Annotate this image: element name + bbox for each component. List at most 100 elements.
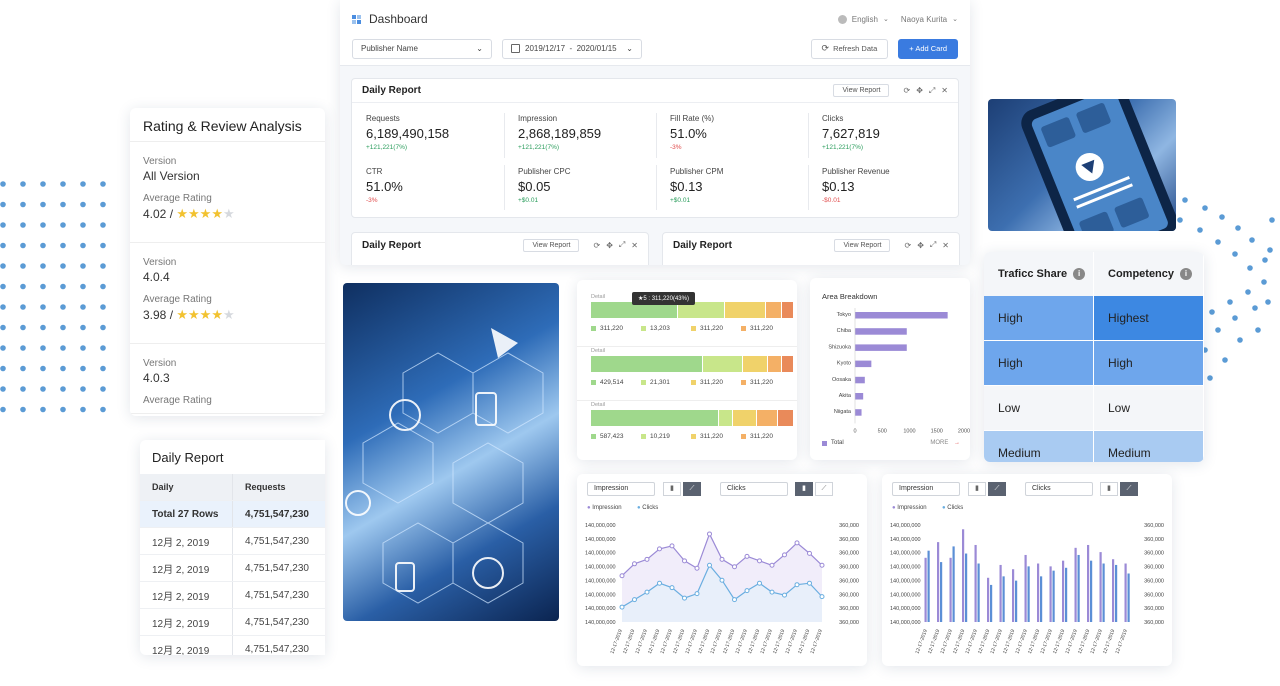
impression-bar[interactable] [1037, 563, 1040, 622]
close-icon[interactable]: ✕ [941, 86, 948, 95]
data-point[interactable] [819, 594, 825, 600]
info-icon[interactable]: i [1180, 268, 1193, 280]
impression-bar[interactable] [1049, 566, 1052, 622]
stacked-bar[interactable] [591, 410, 794, 426]
close-icon[interactable]: ✕ [942, 241, 949, 250]
bar-segment[interactable] [765, 302, 782, 318]
clicks-bar[interactable] [1015, 580, 1018, 622]
clicks-bar[interactable] [927, 550, 930, 622]
impression-bar[interactable] [962, 529, 965, 622]
close-icon[interactable]: ✕ [631, 241, 638, 250]
table-row[interactable]: 12月 2, 2019 4,751,547,230 [140, 555, 325, 582]
bar-segment[interactable] [724, 302, 766, 318]
data-point[interactable] [744, 588, 750, 594]
data-point[interactable] [657, 580, 662, 586]
impression-bar[interactable] [1062, 560, 1065, 622]
bar-segment[interactable] [702, 356, 744, 372]
data-point[interactable] [707, 531, 712, 537]
bar-segment[interactable] [781, 302, 794, 318]
impression-bar[interactable] [924, 557, 927, 622]
refresh-icon[interactable]: ⟳ [903, 86, 910, 95]
bar-segment[interactable] [718, 410, 734, 426]
impression-bar[interactable] [999, 564, 1002, 622]
clicks-bar[interactable] [1027, 566, 1030, 622]
move-icon[interactable]: ✥ [917, 241, 924, 250]
expand-icon[interactable]: ⤢ [619, 240, 625, 250]
data-point[interactable] [632, 597, 637, 603]
info-icon[interactable]: i [1073, 268, 1086, 280]
impression-bar[interactable] [1087, 544, 1090, 622]
date-range-picker[interactable]: 2019/12/17 - 2020/01/15 ⌄ [502, 38, 642, 59]
area-bar[interactable] [855, 393, 864, 400]
data-point[interactable] [707, 562, 712, 568]
area-bar[interactable] [855, 312, 948, 319]
data-point[interactable] [694, 565, 700, 571]
data-point[interactable] [757, 580, 762, 586]
expand-icon[interactable]: ⤢ [930, 240, 936, 250]
clicks-bar[interactable] [940, 562, 943, 622]
table-row[interactable]: 12月 2, 2019 4,751,547,230 [140, 609, 325, 636]
data-point[interactable] [719, 556, 725, 562]
view-report-button[interactable]: View Report [834, 238, 891, 252]
bar-segment[interactable] [777, 410, 794, 426]
data-point[interactable] [757, 558, 762, 564]
clicks-bar[interactable] [965, 553, 968, 622]
data-point[interactable] [657, 546, 662, 552]
impression-bar[interactable] [1074, 547, 1077, 622]
data-point[interactable] [732, 597, 737, 603]
bar-segment[interactable] [743, 356, 768, 372]
data-point[interactable] [807, 550, 812, 556]
area-bar[interactable] [855, 344, 907, 351]
data-point[interactable] [694, 591, 700, 597]
clicks-bar[interactable] [990, 584, 993, 622]
impression-bar[interactable] [937, 542, 940, 622]
clicks-bar[interactable] [1040, 576, 1043, 622]
user-menu[interactable]: Naoya Kurita [901, 15, 947, 24]
view-report-button[interactable]: View Report [833, 84, 890, 97]
bar-segment[interactable] [757, 410, 778, 426]
impression-bar[interactable] [1099, 552, 1102, 622]
data-point[interactable] [794, 540, 800, 546]
refresh-icon[interactable]: ⟳ [593, 241, 600, 250]
clicks-bar[interactable] [1077, 554, 1080, 622]
column-header-daily[interactable]: Daily [140, 474, 233, 500]
table-row[interactable]: 12月 2, 2019 4,751,547,230 [140, 636, 325, 655]
data-point[interactable] [682, 558, 687, 564]
clicks-bar[interactable] [952, 546, 955, 622]
expand-icon[interactable]: ⤢ [929, 86, 935, 96]
clicks-bar[interactable] [1052, 570, 1055, 622]
data-point[interactable] [632, 561, 637, 567]
area-bar[interactable] [855, 376, 865, 384]
refresh-button[interactable]: ⟳ Refresh Data [810, 38, 889, 59]
table-row[interactable]: Total 27 Rows 4,751,547,230 [140, 501, 325, 528]
impression-bar[interactable] [1024, 554, 1027, 622]
data-point[interactable] [669, 585, 675, 591]
data-point[interactable] [644, 589, 650, 595]
clicks-bar[interactable] [1002, 576, 1005, 622]
clicks-bar[interactable] [1090, 560, 1093, 622]
move-icon[interactable]: ✥ [916, 86, 923, 95]
data-point[interactable] [619, 573, 625, 579]
data-point[interactable] [794, 582, 800, 588]
bar-segment[interactable] [591, 356, 703, 372]
publisher-select[interactable]: Publisher Name ⌄ [352, 38, 492, 59]
impression-bar[interactable] [974, 544, 977, 622]
bar-segment[interactable] [591, 410, 719, 426]
clicks-bar[interactable] [1102, 563, 1105, 622]
clicks-bar[interactable] [1127, 573, 1130, 623]
data-point[interactable] [719, 577, 725, 583]
data-point[interactable] [782, 552, 787, 558]
column-header-requests[interactable]: Requests [233, 482, 325, 492]
area-bar[interactable] [855, 328, 907, 335]
bar-segment[interactable] [767, 356, 782, 372]
area-bar[interactable] [855, 409, 862, 416]
bar-segment[interactable] [733, 410, 758, 426]
clicks-bar[interactable] [1115, 564, 1118, 622]
more-link[interactable]: MORE → [930, 440, 960, 446]
refresh-icon[interactable]: ⟳ [904, 241, 911, 250]
data-point[interactable] [732, 564, 737, 570]
data-point[interactable] [644, 556, 650, 562]
data-point[interactable] [619, 604, 625, 610]
data-point[interactable] [769, 562, 775, 568]
add-card-button[interactable]: + Add Card [898, 38, 958, 59]
